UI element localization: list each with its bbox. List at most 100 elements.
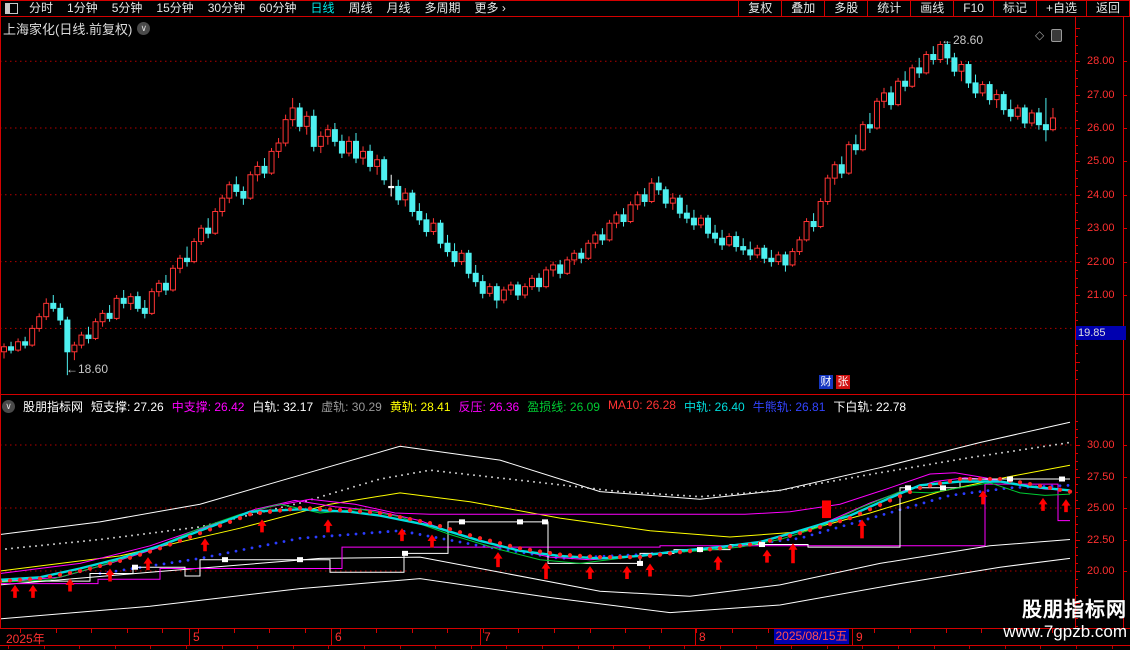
period-tab-2[interactable]: 5分钟 xyxy=(105,1,150,16)
week-tick xyxy=(412,629,413,633)
date-axis[interactable]: 2025年 2025/08/15五 5 6 7 8 9 xyxy=(0,629,1130,646)
indicator-chart[interactable] xyxy=(0,415,1073,628)
minor-tick xyxy=(1075,492,1078,494)
toolbar-button-5[interactable]: F10 xyxy=(953,1,993,16)
strip-tick xyxy=(1076,646,1077,649)
period-tab-6[interactable]: 日线 xyxy=(303,1,341,16)
week-tick xyxy=(732,629,733,633)
minor-tick xyxy=(1075,586,1078,588)
indicator-value-1: 中支撑: 26.42 xyxy=(171,400,245,414)
strip-tick xyxy=(649,646,650,649)
series-baigui-upper-band xyxy=(0,421,1071,535)
week-tick xyxy=(447,629,448,633)
period-tab-3[interactable]: 15分钟 xyxy=(149,1,200,16)
minor-tick xyxy=(1075,563,1078,565)
minor-tick xyxy=(1075,421,1078,423)
minor-tick xyxy=(1075,94,1080,96)
action-buttons: 复权 叠加 多股 统计 画线 F10 标记 +自选 返回 xyxy=(738,1,1129,16)
event-badge-0: 财 xyxy=(819,375,833,389)
watermark-site-name: 股朋指标网 xyxy=(1022,599,1127,621)
strip-tick xyxy=(328,646,329,649)
period-tab-1[interactable]: 1分钟 xyxy=(60,1,105,16)
panel-divider xyxy=(0,394,1130,395)
minor-tick xyxy=(1075,102,1078,104)
strip-tick xyxy=(400,646,401,649)
minor-tick xyxy=(1075,136,1078,138)
strip-tick xyxy=(293,646,294,649)
indicator-value-2: 白轨: 32.17 xyxy=(252,400,314,414)
week-tick xyxy=(554,629,555,633)
strip-tick xyxy=(898,646,899,649)
week-tick xyxy=(91,629,92,633)
month-separator-5 xyxy=(189,629,190,645)
layout-icon[interactable] xyxy=(5,3,18,14)
diamond-icon[interactable]: ◇ xyxy=(1035,28,1044,42)
month-label-5: 5 xyxy=(193,630,200,644)
period-toolbar: 分时 1分钟 5分钟 15分钟 30分钟 60分钟 日线 周线 月线 多周期 更多 › 复权 叠加 多股… xyxy=(0,0,1130,17)
minor-tick xyxy=(1075,244,1078,246)
series-magenta-step xyxy=(0,483,1070,585)
period-tab-4[interactable]: 30分钟 xyxy=(201,1,252,16)
minor-tick xyxy=(1075,86,1078,88)
ind-price-label-27.50: 27.50 xyxy=(1087,470,1115,483)
week-tick xyxy=(946,629,947,633)
minor-tick xyxy=(1075,69,1078,71)
toolbar-button-2[interactable]: 多股 xyxy=(824,1,867,16)
minor-tick xyxy=(1075,547,1078,549)
price-label-25.00: 25.00 xyxy=(1087,155,1115,168)
toolbar-button-7[interactable]: +自选 xyxy=(1035,1,1086,16)
toolbar-button-6[interactable]: 标记 xyxy=(992,1,1036,16)
strip-tick xyxy=(435,646,436,649)
strip-tick xyxy=(44,646,45,649)
month-separator-9 xyxy=(852,629,853,645)
window-icon[interactable] xyxy=(1051,28,1063,42)
strip-tick xyxy=(364,646,365,649)
chart-title-row: 上海家化(日线.前复权) ∨ xyxy=(3,19,151,38)
toolbar-button-0[interactable]: 复权 xyxy=(738,1,781,16)
chevron-down-icon[interactable]: ∨ xyxy=(2,400,15,413)
minor-tick xyxy=(1075,437,1078,439)
toolbar-button-3[interactable]: 统计 xyxy=(867,1,910,16)
price-label-22.00: 22.00 xyxy=(1087,255,1115,268)
minor-tick xyxy=(1075,303,1078,305)
selected-date-box[interactable]: 2025/08/15五 xyxy=(774,629,849,644)
period-tab-10[interactable]: 更多 › xyxy=(468,1,513,16)
strip-tick xyxy=(1005,646,1006,649)
minor-tick xyxy=(1075,539,1080,541)
period-tab-7[interactable]: 周线 xyxy=(341,1,379,16)
indicator-value-6: 盈损线: 26.09 xyxy=(527,400,600,414)
ind-price-label-25.00: 25.00 xyxy=(1087,502,1115,514)
axis-tick xyxy=(1123,61,1127,63)
left-frame-line xyxy=(0,17,1,646)
price-label-27.00: 27.00 xyxy=(1087,88,1115,101)
minor-tick xyxy=(1075,144,1078,146)
month-label-6: 6 xyxy=(335,630,342,644)
week-tick xyxy=(590,629,591,633)
strip-tick xyxy=(613,646,614,649)
high-price-marker: ←28.60 xyxy=(941,33,984,47)
toolbar-button-1[interactable]: 叠加 xyxy=(781,1,824,16)
toolbar-button-4[interactable]: 画线 xyxy=(910,1,953,16)
price-label-21.00: 21.00 xyxy=(1087,289,1115,301)
axis-tick xyxy=(1123,539,1127,541)
minor-tick xyxy=(1075,468,1078,470)
axis-tick xyxy=(1123,228,1127,230)
candlestick-chart[interactable] xyxy=(0,17,1073,394)
toolbar-button-8[interactable]: 返回 xyxy=(1085,1,1129,16)
minor-tick xyxy=(1075,278,1078,280)
minor-tick xyxy=(1075,353,1078,355)
indicator-source: 股朋指标网 xyxy=(23,400,84,414)
week-tick xyxy=(910,629,911,633)
period-tab-9[interactable]: 多周期 xyxy=(418,1,468,16)
minor-tick xyxy=(1075,169,1078,171)
minor-tick xyxy=(1075,452,1078,454)
indicator-value-8: 中轨: 26.40 xyxy=(683,400,745,414)
chevron-down-icon[interactable]: ∨ xyxy=(137,22,151,35)
indicator-value-10: 下白轨: 22.78 xyxy=(833,400,907,414)
period-tab-5[interactable]: 60分钟 xyxy=(252,1,303,16)
chart-title: 上海家化(日线.前复权) xyxy=(3,22,133,37)
week-tick xyxy=(696,629,697,633)
period-tab-8[interactable]: 月线 xyxy=(380,1,418,16)
period-tab-0[interactable]: 分时 xyxy=(22,1,60,16)
minor-tick xyxy=(1075,211,1078,213)
